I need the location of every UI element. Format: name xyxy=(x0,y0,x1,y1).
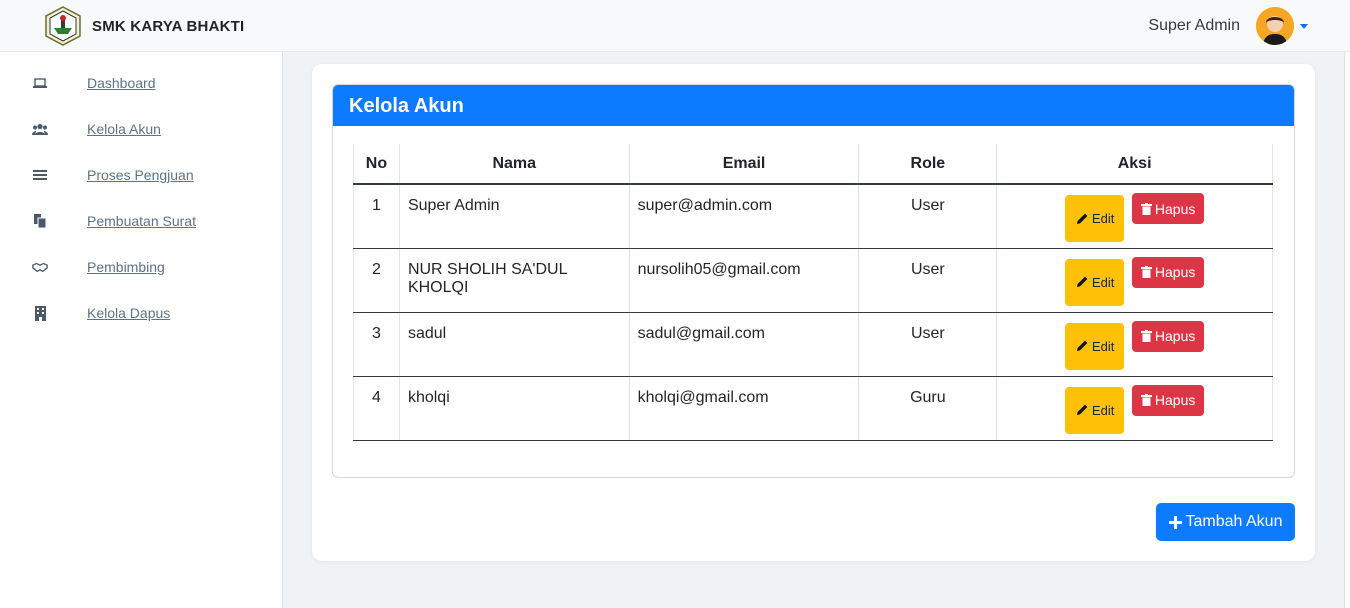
brand[interactable]: SMK KARYA BHAKTI xyxy=(44,6,244,46)
list-icon xyxy=(32,167,48,183)
row-role: User xyxy=(858,312,998,377)
row-name: sadul xyxy=(399,312,630,377)
plus-icon xyxy=(1168,515,1182,529)
accounts-card: Kelola Akun No Nama Email Role Aksi 1 Su… xyxy=(332,84,1295,478)
sidebar-item-kelola-dapus[interactable]: Kelola Dapus xyxy=(0,298,283,328)
edit-label: Edit xyxy=(1091,274,1115,290)
sidebar-item-label[interactable]: Dashboard xyxy=(87,75,156,91)
sidebar-item-proses-pengjuan[interactable]: Proses Pengjuan xyxy=(0,160,283,190)
row-number: 3 xyxy=(353,312,400,377)
row-name: kholqi xyxy=(399,376,630,441)
sidebar-item-label[interactable]: Kelola Akun xyxy=(87,121,161,137)
building-icon xyxy=(32,305,48,321)
row-role: User xyxy=(858,184,998,249)
row-actions: Edit Hapus xyxy=(996,376,1273,441)
row-name: NUR SHOLIH SA'DUL KHOLQI xyxy=(399,248,630,313)
sidebar-item-pembuatan-surat[interactable]: Pembuatan Surat xyxy=(0,206,283,236)
edit-label: Edit xyxy=(1091,211,1115,226)
edit-button[interactable]: Edit xyxy=(1065,322,1125,370)
add-account-button[interactable]: Tambah Akun xyxy=(1156,503,1295,541)
trash-icon xyxy=(1140,266,1152,278)
table-row: 1 Super Admin super@admin.com User Edit xyxy=(353,184,1273,249)
pencil-icon xyxy=(1075,403,1089,417)
column-header: Role xyxy=(858,144,998,185)
row-number: 1 xyxy=(353,184,400,249)
row-name: Super Admin xyxy=(399,184,630,249)
sidebar-item-dashboard[interactable]: Dashboard xyxy=(0,68,283,98)
edit-button[interactable]: Edit xyxy=(1065,386,1125,434)
top-navbar: SMK KARYA BHAKTI Super Admin xyxy=(0,0,1350,52)
table-header-row: No Nama Email Role Aksi xyxy=(353,144,1273,185)
chevron-down-icon[interactable] xyxy=(1300,23,1308,29)
trash-icon xyxy=(1140,202,1152,215)
table-row: 2 NUR SHOLIH SA'DUL KHOLQI nursolih05@gm… xyxy=(353,248,1273,313)
delete-button[interactable]: Hapus xyxy=(1132,256,1205,288)
delete-label: Hapus xyxy=(1154,328,1196,344)
column-header: Email xyxy=(629,144,860,185)
column-header: No xyxy=(353,144,400,185)
row-actions: Edit Hapus xyxy=(996,184,1273,249)
row-actions: Edit Hapus xyxy=(996,248,1273,313)
row-role: Guru xyxy=(858,376,998,441)
pencil-icon xyxy=(1075,275,1089,289)
card-title: Kelola Akun xyxy=(333,85,1294,126)
column-header: Aksi xyxy=(996,144,1273,185)
school-logo-icon xyxy=(45,6,81,46)
sidebar-item-kelola-akun[interactable]: Kelola Akun xyxy=(0,114,283,144)
content-card: Kelola Akun No Nama Email Role Aksi 1 Su… xyxy=(312,64,1315,561)
trash-icon xyxy=(1140,330,1152,342)
sidebar-item-label[interactable]: Pembimbing xyxy=(87,259,165,275)
laptop-icon xyxy=(32,75,48,91)
sidebar-item-label[interactable]: Proses Pengjuan xyxy=(87,167,194,183)
delete-label: Hapus xyxy=(1154,264,1196,280)
user-menu[interactable]: Super Admin xyxy=(1148,7,1308,45)
row-role: User xyxy=(858,248,998,313)
column-header: Nama xyxy=(399,144,630,185)
row-email: super@admin.com xyxy=(629,184,860,249)
pencil-icon xyxy=(1075,212,1089,226)
edit-label: Edit xyxy=(1091,338,1115,354)
row-email: kholqi@gmail.com xyxy=(629,376,860,441)
handshake-icon xyxy=(32,259,48,275)
avatar[interactable] xyxy=(1256,7,1294,45)
row-number: 4 xyxy=(353,376,400,441)
row-actions: Edit Hapus xyxy=(996,312,1273,377)
sidebar-item-label[interactable]: Kelola Dapus xyxy=(87,305,170,321)
row-number: 2 xyxy=(353,248,400,313)
delete-button[interactable]: Hapus xyxy=(1132,320,1205,352)
edit-button[interactable]: Edit xyxy=(1065,258,1125,306)
accounts-table: No Nama Email Role Aksi 1 Super Admin su… xyxy=(353,144,1273,441)
row-email: nursolih05@gmail.com xyxy=(629,248,860,313)
sidebar: Dashboard Kelola Akun Proses Pengjuan Pe… xyxy=(0,52,283,608)
trash-icon xyxy=(1140,394,1152,406)
delete-button[interactable]: Hapus xyxy=(1132,384,1205,416)
brand-name: SMK KARYA BHAKTI xyxy=(92,17,245,35)
user-name: Super Admin xyxy=(1148,17,1240,34)
sidebar-item-label[interactable]: Pembuatan Surat xyxy=(87,213,196,229)
table-row: 3 sadul sadul@gmail.com User Edit Hapus xyxy=(353,312,1273,377)
edit-button[interactable]: Edit xyxy=(1065,195,1125,242)
table-row: 4 kholqi kholqi@gmail.com Guru Edit Hapu… xyxy=(353,376,1273,441)
delete-label: Hapus xyxy=(1154,200,1196,217)
add-account-label: Tambah Akun xyxy=(1185,513,1283,530)
users-icon xyxy=(32,121,48,137)
row-email: sadul@gmail.com xyxy=(629,312,860,377)
files-icon xyxy=(32,213,48,229)
edit-label: Edit xyxy=(1091,402,1115,418)
sidebar-item-pembimbing[interactable]: Pembimbing xyxy=(0,252,283,282)
delete-label: Hapus xyxy=(1154,392,1196,408)
scrollbar[interactable] xyxy=(1344,52,1350,608)
delete-button[interactable]: Hapus xyxy=(1132,193,1205,224)
pencil-icon xyxy=(1075,339,1089,353)
